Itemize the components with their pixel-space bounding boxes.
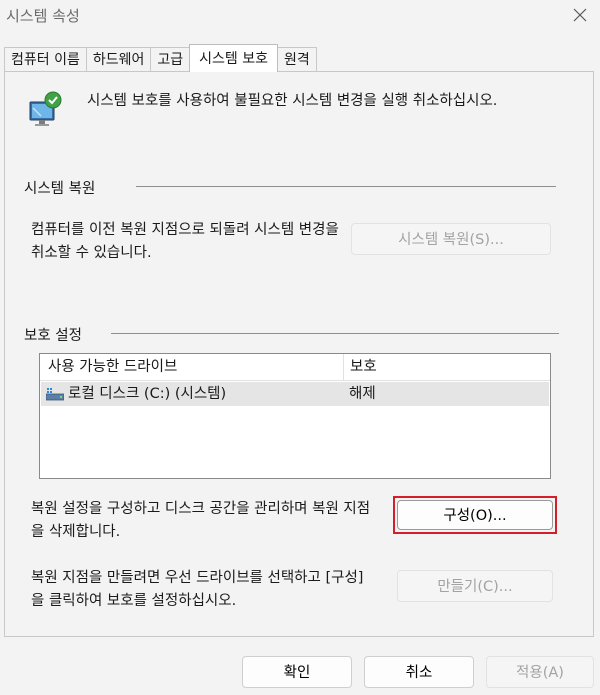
- create-button[interactable]: 만들기(C)...: [397, 570, 553, 602]
- system-restore-label: 시스템 복원: [24, 181, 96, 197]
- tab-strip: 컴퓨터 이름 하드웨어 고급 시스템 보호 원격: [4, 44, 317, 72]
- protection-settings-divider: [111, 333, 559, 334]
- column-header-drive[interactable]: 사용 가능한 드라이브: [40, 354, 344, 380]
- drive-list-header: 사용 가능한 드라이브 보호: [40, 354, 550, 381]
- tab-computer-name[interactable]: 컴퓨터 이름: [4, 47, 87, 72]
- cancel-button[interactable]: 취소: [364, 656, 474, 688]
- configure-description: 복원 설정을 구성하고 디스크 공간을 관리하며 복원 지점을 삭제합니다.: [31, 501, 371, 540]
- drive-name: 로컬 디스크 (C:) (시스템): [68, 386, 227, 402]
- window-title: 시스템 속성: [6, 7, 80, 25]
- column-header-protection[interactable]: 보호: [344, 354, 377, 380]
- system-restore-button[interactable]: 시스템 복원(S)...: [351, 223, 551, 255]
- configure-highlight: [393, 496, 557, 534]
- close-icon: [573, 8, 587, 22]
- create-description: 복원 지점을 만들려면 우선 드라이브를 선택하고 [구성]을 클릭하여 보호를…: [31, 570, 364, 609]
- intro-text: 시스템 보호를 사용하여 불필요한 시스템 변경을 실행 취소하십시오.: [87, 93, 498, 109]
- drive-row[interactable]: 로컬 디스크 (C:) (시스템) 해제: [41, 382, 549, 406]
- apply-button[interactable]: 적용(A): [486, 656, 594, 688]
- drive-protection-status: 해제: [349, 386, 376, 402]
- tab-advanced[interactable]: 고급: [150, 47, 191, 72]
- ok-button[interactable]: 확인: [242, 656, 352, 688]
- tab-system-protection[interactable]: 시스템 보호: [189, 44, 279, 72]
- tab-remote[interactable]: 원격: [277, 47, 317, 72]
- system-properties-window: 시스템 속성 컴퓨터 이름 하드웨어 고급 시스템 보호 원격 시스템 보호를 …: [0, 0, 600, 695]
- protection-settings-label: 보호 설정: [24, 328, 82, 344]
- tab-hardware[interactable]: 하드웨어: [85, 47, 152, 72]
- title-bar[interactable]: 시스템 속성: [0, 0, 600, 34]
- drive-icon: [46, 388, 64, 401]
- system-protection-icon: [29, 91, 62, 126]
- system-restore-divider: [136, 186, 556, 187]
- system-restore-description: 컴퓨터를 이전 복원 지점으로 되돌려 시스템 변경을 취소할 수 있습니다.: [31, 222, 339, 261]
- drive-list[interactable]: 사용 가능한 드라이브 보호 로컬 디스크 (C:) (시스템) 해제: [39, 353, 551, 479]
- system-protection-panel: 시스템 보호를 사용하여 불필요한 시스템 변경을 실행 취소하십시오. 시스템…: [4, 71, 594, 637]
- close-button[interactable]: [568, 4, 592, 26]
